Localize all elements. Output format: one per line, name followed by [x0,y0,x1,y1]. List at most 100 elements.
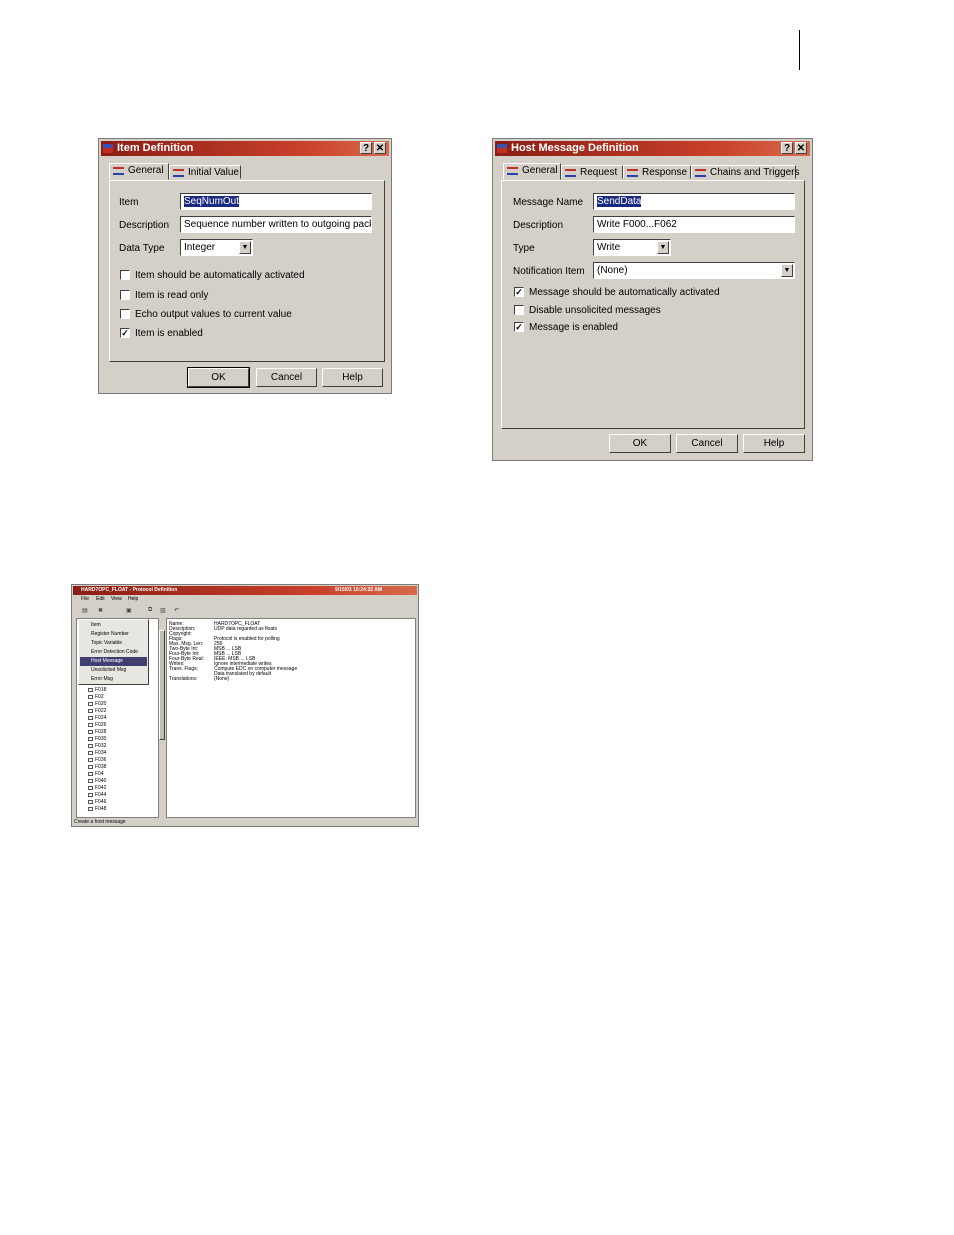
paste-icon[interactable]: ▥ [160,607,167,614]
echo-output-checkbox[interactable]: Echo output values to current value [120,309,292,320]
menu-item-register-number[interactable]: Register Number [80,630,147,639]
menu-edit[interactable]: Edit [96,596,105,602]
new-icon[interactable]: ▤ [82,607,89,614]
check-icon: ✓ [120,328,130,338]
property-value: Protocol is enabled for polling [214,636,280,642]
data-type-select[interactable]: Integer ▼ [180,239,253,256]
chevron-down-icon[interactable]: ▼ [781,264,793,277]
checkbox-box [514,305,524,315]
tab-general-icon [507,167,518,175]
protocol-definition-window: HARD7OPC_FLOAT - Protocol Definition 9/1… [71,584,419,827]
message-name-field[interactable]: SendData [593,193,795,210]
type-select[interactable]: Write ▼ [593,239,671,256]
tab-general[interactable]: General [503,163,561,180]
chevron-down-icon[interactable]: ▼ [239,241,251,254]
help-button[interactable]: Help [743,434,805,453]
disable-unsolicited-checkbox[interactable]: Disable unsolicited messages [514,305,661,316]
tree-item[interactable]: F038 [87,764,106,770]
tree-item[interactable]: F030 [87,736,106,742]
checkbox-box [120,270,130,280]
tree-item[interactable]: F022 [87,708,106,714]
host-message-titlebar[interactable]: Host Message Definition ? ✕ [495,141,810,156]
tab-chains-and-triggers[interactable]: Chains and Triggers [691,165,800,179]
help-button[interactable]: Help [322,368,383,387]
chevron-down-icon[interactable]: ▼ [657,241,669,254]
tree-item[interactable]: F032 [87,743,106,749]
tab-general[interactable]: General [109,163,169,180]
tree-item[interactable]: F018 [87,687,106,693]
menu-view[interactable]: View [111,596,122,602]
general-panel: Item SeqNumOut Description Sequence numb… [109,180,385,362]
undo-icon[interactable]: ↶ [174,607,181,614]
tree-item[interactable]: F044 [87,792,106,798]
cancel-button[interactable]: Cancel [676,434,738,453]
menu-file[interactable]: File [81,596,89,602]
cancel-button[interactable]: Cancel [256,368,317,387]
tree-item[interactable]: F034 [87,750,106,756]
tab-label: Response [642,167,688,178]
description-label: Description [513,220,564,231]
help-title-button[interactable]: ? [360,142,372,154]
close-icon[interactable]: ✕ [374,142,386,154]
tree-item[interactable]: F024 [87,715,106,721]
tree-item[interactable]: F048 [87,806,106,812]
ok-button[interactable]: OK [609,434,671,453]
tree-scrollbar[interactable] [158,618,165,818]
tree-item[interactable]: F042 [87,785,106,791]
menu-item-error-msg[interactable]: Error Msg [80,675,147,684]
auto-activate-checkbox[interactable]: Item should be automatically activated [120,270,305,281]
help-title-button[interactable]: ? [781,142,793,154]
menu-item-error-detection-code[interactable]: Error Detection Code [80,648,147,657]
close-icon[interactable]: ✕ [795,142,807,154]
message-enabled-checkbox[interactable]: ✓ Message is enabled [514,322,618,333]
tree-item[interactable]: F040 [87,778,106,784]
tab-label: Initial Value [188,167,239,178]
dialog-title: Item Definition [117,142,194,154]
tab-request[interactable]: Request [561,165,623,179]
tree-item[interactable]: F026 [87,722,106,728]
tab-initial-value[interactable]: Initial Value [169,165,241,179]
item-enabled-checkbox[interactable]: ✓ Item is enabled [120,328,203,339]
ok-button[interactable]: OK [187,367,250,388]
description-field[interactable]: Sequence number written to outgoing pack… [180,216,372,233]
description-field[interactable]: Write F000...F062 [593,216,795,233]
property-value: UDP data regarded as floats [214,626,278,632]
app-icon [497,144,507,153]
tree-item[interactable]: F04 [88,771,104,777]
notification-item-select[interactable]: (None) ▼ [593,262,795,279]
tree-item[interactable]: F028 [87,729,106,735]
context-menu: Item Register Number Topic Variable Erro… [78,619,149,685]
tree-item[interactable]: F046 [87,799,106,805]
tab-response-icon [627,169,638,177]
menu-item-unsolicited-msg[interactable]: Unsolicited Msg [80,666,147,675]
item-label: Item [119,197,139,208]
tree-item[interactable]: F02 [88,694,104,700]
tab-general-icon [113,167,124,175]
tab-request-icon [565,169,576,177]
item-definition-titlebar[interactable]: Item Definition ? ✕ [101,141,389,156]
item-definition-dialog: Item Definition ? ✕ General Initial Valu… [98,138,392,394]
check-icon: ✓ [514,322,524,332]
check-icon: ✓ [514,287,524,297]
item-name-field[interactable]: SeqNumOut [180,193,372,210]
tab-response[interactable]: Response [623,165,691,179]
menu-help[interactable]: Help [128,596,138,602]
properties-icon[interactable]: ▣ [126,607,133,614]
status-bar: Create a host message [74,819,126,825]
delete-icon[interactable]: ✖ [98,607,105,614]
menu-item-topic-variable[interactable]: Topic Variable [80,639,147,648]
property-key: Translations: [169,676,198,682]
read-only-checkbox[interactable]: Item is read only [120,290,208,301]
tab-label: General [522,165,558,176]
tree-item[interactable]: F036 [87,757,106,763]
copy-icon[interactable]: ⧉ [148,607,155,614]
app-icon [103,144,113,153]
properties-pane: Name: HARD7OPC_FLOAT Description: UDP da… [166,618,416,818]
property-value: (None) [214,676,230,682]
menu-item-item[interactable]: Item [80,621,147,630]
auto-activate-checkbox[interactable]: ✓ Message should be automatically activa… [514,287,720,298]
tree-item[interactable]: F020 [87,701,106,707]
menu-item-host-message[interactable]: Host Message [80,657,147,666]
scrollbar-thumb[interactable] [159,630,165,740]
protocol-titlebar[interactable]: HARD7OPC_FLOAT - Protocol Definition 9/1… [73,586,417,595]
